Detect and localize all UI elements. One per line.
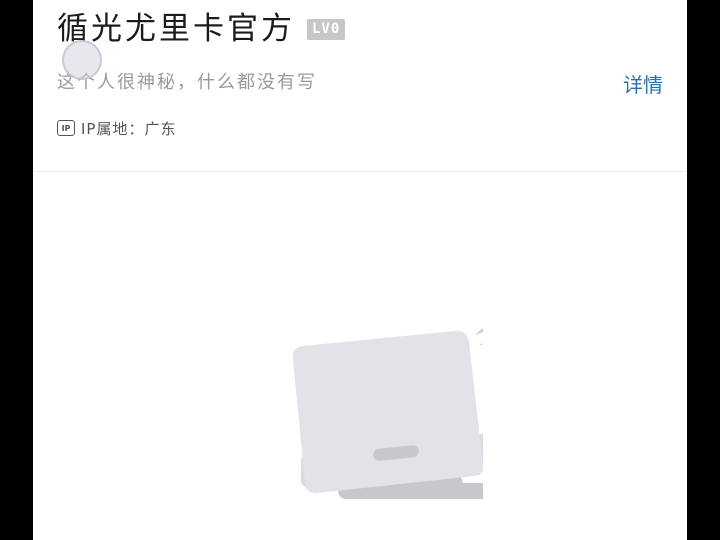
empty-state-illustration <box>253 315 502 505</box>
ip-location-text: IP属地：广东 <box>81 119 177 138</box>
ip-icon: IP <box>57 120 75 136</box>
touch-indicator <box>62 40 102 80</box>
right-letterbox <box>687 0 720 540</box>
left-letterbox <box>0 0 33 540</box>
ip-location-row: IP IP属地：广东 <box>57 116 176 140</box>
details-link[interactable]: 详情 <box>623 71 663 99</box>
profile-page: 循光尤里卡官方 LV0 这个人很神秘，什么都没有写 详情 IP IP属地：广东 <box>33 0 687 540</box>
name-row: 循光尤里卡官方 LV0 <box>57 8 346 50</box>
header-divider <box>33 171 687 172</box>
level-badge: LV0 <box>307 18 346 40</box>
empty-laptop-illustration-icon <box>292 323 502 499</box>
profile-header: 循光尤里卡官方 LV0 这个人很神秘，什么都没有写 详情 IP IP属地：广东 <box>33 0 687 170</box>
